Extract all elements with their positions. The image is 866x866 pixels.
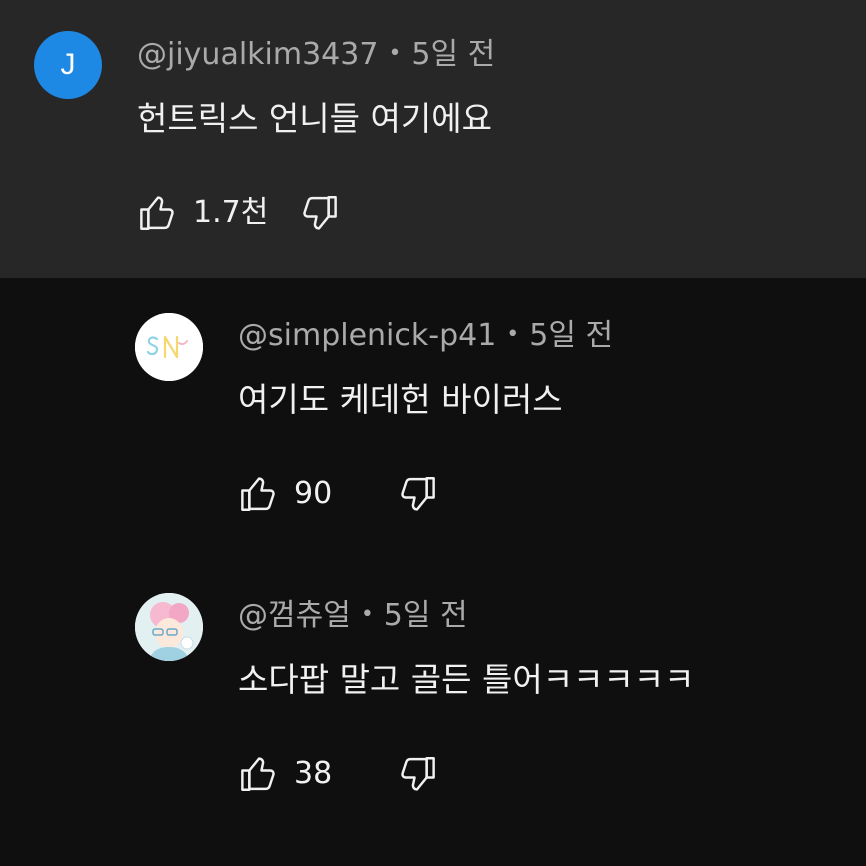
comment-time: 5일 전 <box>529 318 614 353</box>
avatar[interactable] <box>135 313 203 381</box>
comment-actions: 90 <box>238 472 438 516</box>
comment-meta: @simplenick-p41 • 5일 전 <box>238 321 613 351</box>
comment-author[interactable]: @simplenick-p41 <box>238 318 496 353</box>
thumbs-up-icon <box>238 473 280 515</box>
comment-meta: @jiyualkim3437 • 5일 전 <box>137 40 495 70</box>
like-button[interactable]: 90 <box>238 473 332 515</box>
meta-separator: • <box>360 602 374 627</box>
like-button[interactable]: 38 <box>238 753 332 795</box>
reply-item: @껌츄얼 • 5일 전 소다팝 말고 골든 틀어ㅋㅋㅋㅋㅋ 38 <box>0 558 866 866</box>
comment-author[interactable]: @jiyualkim3437 <box>137 37 378 72</box>
comment-actions: 1.7천 <box>137 191 340 235</box>
comments-screen: J @jiyualkim3437 • 5일 전 헌트릭스 언니들 여기에요 1.7천 <box>0 0 866 866</box>
comment-text: 헌트릭스 언니들 여기에요 <box>137 99 492 138</box>
avatar[interactable]: J <box>34 31 102 99</box>
comment-time: 5일 전 <box>411 37 496 72</box>
dislike-button[interactable] <box>396 473 438 515</box>
avatar-letter: J <box>60 48 76 81</box>
meta-separator: • <box>506 322 520 347</box>
reply-item: @simplenick-p41 • 5일 전 여기도 케데헌 바이러스 90 <box>0 278 866 558</box>
like-count: 1.7천 <box>193 195 269 230</box>
comment-item: J @jiyualkim3437 • 5일 전 헌트릭스 언니들 여기에요 1.7천 <box>0 0 866 278</box>
comment-time: 5일 전 <box>383 598 468 633</box>
dislike-button[interactable] <box>298 192 340 234</box>
comment-text: 여기도 케데헌 바이러스 <box>238 380 563 419</box>
meta-separator: • <box>388 41 402 66</box>
like-button[interactable]: 1.7천 <box>137 192 268 234</box>
thumbs-down-icon <box>396 473 438 515</box>
dislike-button[interactable] <box>396 753 438 795</box>
thumbs-down-icon <box>298 192 340 234</box>
like-count: 38 <box>294 756 333 791</box>
thumbs-up-icon <box>137 192 179 234</box>
thumbs-up-icon <box>238 753 280 795</box>
like-count: 90 <box>294 476 333 511</box>
avatar-character-image <box>135 593 203 661</box>
avatar-logo-image <box>135 313 203 381</box>
avatar[interactable] <box>135 593 203 661</box>
comment-actions: 38 <box>238 752 438 796</box>
comment-meta: @껌츄얼 • 5일 전 <box>238 601 468 631</box>
comment-author[interactable]: @껌츄얼 <box>238 598 351 633</box>
comment-text: 소다팝 말고 골든 틀어ㅋㅋㅋㅋㅋ <box>238 660 695 699</box>
thumbs-down-icon <box>396 753 438 795</box>
